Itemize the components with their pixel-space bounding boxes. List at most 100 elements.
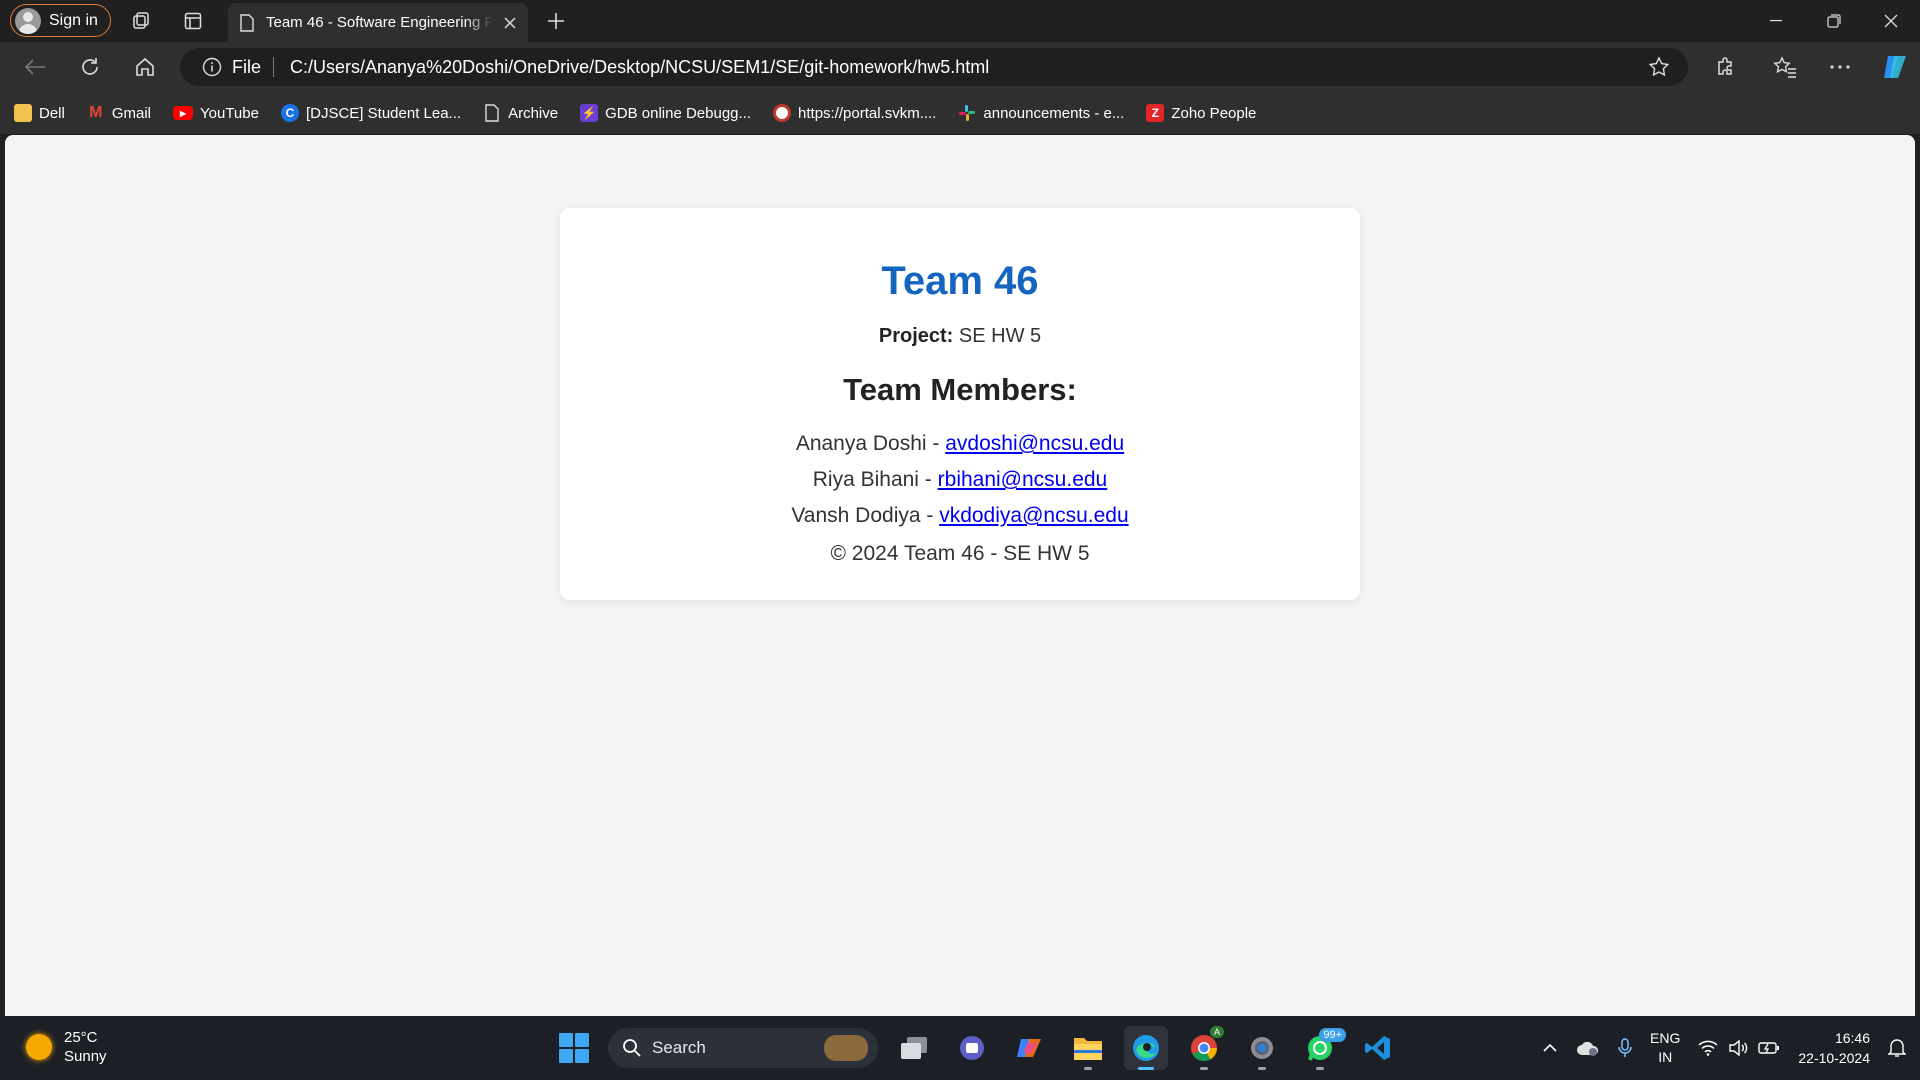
copilot-app-icon[interactable] — [1008, 1026, 1052, 1070]
back-icon[interactable] — [22, 54, 48, 80]
close-tab-icon[interactable] — [504, 16, 516, 29]
bookmark-youtube[interactable]: ▶ YouTube — [173, 105, 259, 122]
tab-title: Team 46 - Software Engineering Project — [266, 14, 492, 31]
copilot-icon[interactable] — [1880, 52, 1910, 82]
bookmark-announcements[interactable]: announcements - e... — [958, 104, 1124, 122]
document-icon — [483, 104, 501, 122]
battery-icon — [1758, 1042, 1780, 1054]
vertical-tabs-icon[interactable] — [181, 9, 205, 33]
bookmark-label: GDB online Debugg... — [605, 104, 752, 122]
sign-in-label: Sign in — [49, 11, 98, 29]
search-highlight-image — [824, 1035, 868, 1061]
vscode-icon[interactable] — [1356, 1026, 1400, 1070]
settings-icon[interactable] — [1240, 1026, 1284, 1070]
project-label: Project: — [878, 325, 954, 347]
onedrive-icon[interactable] — [1576, 1039, 1600, 1057]
bookmark-archive[interactable]: Archive — [483, 104, 558, 122]
project-line: Project: SE HW 5 — [560, 324, 1360, 348]
task-view-icon[interactable] — [892, 1026, 936, 1070]
start-button-icon[interactable] — [554, 1028, 594, 1068]
close-window-icon[interactable] — [1862, 0, 1920, 42]
member-item: Ananya Doshi - avdoshi@ncsu.edu — [560, 426, 1360, 462]
bookmark-label: Gmail — [111, 104, 152, 122]
region-code: IN — [1658, 1049, 1673, 1065]
bookmark-label: Zoho People — [1171, 104, 1257, 122]
language-indicator[interactable]: ENG IN — [1650, 1029, 1680, 1067]
time: 16:46 — [1834, 1030, 1870, 1046]
running-indicator — [1316, 1067, 1324, 1070]
restore-icon[interactable] — [1805, 0, 1863, 42]
clock[interactable]: 16:46 22-10-2024 — [1798, 1028, 1870, 1068]
quick-settings[interactable] — [1698, 1040, 1780, 1056]
running-indicator — [1138, 1067, 1154, 1070]
bookmark-djsce[interactable]: C [DJSCE] Student Lea... — [280, 104, 462, 122]
search-icon — [623, 1039, 641, 1057]
browser-title-bar: Sign in Team 46 - Software Engineering P… — [0, 0, 1920, 42]
more-options-icon[interactable] — [1827, 54, 1853, 80]
zoho-icon: Z — [1146, 104, 1165, 122]
favorites-icon[interactable] — [1772, 54, 1798, 80]
weather-widget[interactable]: 25°C Sunny — [26, 1028, 107, 1066]
workspaces-icon[interactable] — [129, 9, 153, 33]
bookmark-label: [DJSCE] Student Lea... — [305, 104, 462, 122]
bookmark-gmail[interactable]: M Gmail — [87, 104, 151, 122]
bookmark-gdb[interactable]: ⚡ GDB online Debugg... — [580, 104, 751, 122]
file-explorer-icon[interactable] — [1066, 1026, 1110, 1070]
minimize-icon[interactable] — [1747, 0, 1805, 42]
member-item: Vansh Dodiya - vkdodiya@ncsu.edu — [560, 498, 1360, 534]
teams-icon[interactable] — [950, 1026, 994, 1070]
page-viewport: Team 46 Project: SE HW 5 Team Members: A… — [5, 135, 1915, 1016]
temperature: 25°C — [64, 1029, 98, 1046]
bookmark-portal[interactable]: https://portal.svkm.... — [773, 104, 936, 122]
navigation-bar: File C:/Users/Ananya%20Doshi/OneDrive/De… — [0, 42, 1920, 92]
member-name: Vansh Dodiya - — [791, 504, 940, 527]
new-tab-icon[interactable] — [543, 8, 569, 34]
chrome-icon[interactable]: A — [1182, 1026, 1226, 1070]
home-icon[interactable] — [132, 54, 158, 80]
profile-badge: A — [1209, 1026, 1224, 1038]
bookmark-dell[interactable]: Dell — [14, 104, 65, 122]
running-indicator — [1258, 1067, 1266, 1070]
bookmark-zoho[interactable]: Z Zoho People — [1146, 104, 1256, 122]
bookmark-label: Archive — [508, 104, 559, 122]
slack-icon — [958, 104, 976, 122]
taskbar-search[interactable]: Search — [608, 1028, 878, 1068]
c-icon: C — [280, 104, 299, 122]
sign-in-button[interactable]: Sign in — [10, 4, 111, 37]
microphone-icon[interactable] — [1618, 1038, 1632, 1058]
refresh-icon[interactable] — [77, 54, 103, 80]
member-name: Riya Bihani - — [812, 468, 938, 491]
folder-icon — [14, 104, 32, 122]
bolt-icon: ⚡ — [580, 104, 599, 122]
members-list: Ananya Doshi - avdoshi@ncsu.edu Riya Bih… — [560, 426, 1360, 534]
whatsapp-icon[interactable]: 99+ — [1298, 1026, 1346, 1070]
chevron-up-icon[interactable] — [1542, 1043, 1558, 1053]
address-bar[interactable]: File C:/Users/Ananya%20Doshi/OneDrive/De… — [180, 48, 1688, 86]
taskbar-apps: Search A 99+ — [554, 1025, 1400, 1071]
tab-active[interactable]: Team 46 - Software Engineering Project — [228, 3, 528, 42]
member-item: Riya Bihani - rbihani@ncsu.edu — [560, 462, 1360, 498]
member-email-link[interactable]: rbihani@ncsu.edu — [938, 468, 1108, 491]
member-name: Ananya Doshi - — [795, 432, 946, 455]
bookmark-label: announcements - e... — [983, 104, 1125, 122]
bookmark-label: Dell — [39, 104, 65, 122]
page-title: Team 46 — [881, 259, 1039, 303]
gmail-icon: M — [89, 104, 103, 121]
favorite-star-icon[interactable] — [1648, 56, 1670, 78]
extensions-icon[interactable] — [1712, 54, 1738, 80]
notifications-icon[interactable] — [1888, 1038, 1906, 1058]
info-icon[interactable] — [202, 57, 222, 77]
scheme-label: File — [232, 57, 275, 77]
weather-condition: Sunny — [64, 1048, 107, 1065]
language-code: ENG — [1650, 1030, 1681, 1046]
project-value: SE HW 5 — [958, 325, 1042, 347]
url-text[interactable]: C:/Users/Ananya%20Doshi/OneDrive/Desktop… — [290, 57, 989, 78]
page-icon — [240, 13, 254, 32]
running-indicator — [1200, 1067, 1208, 1070]
volume-icon — [1729, 1040, 1748, 1056]
member-email-link[interactable]: vkdodiya@ncsu.edu — [939, 504, 1128, 527]
footer-text: © 2024 Team 46 - SE HW 5 — [830, 542, 1090, 565]
edge-icon[interactable] — [1124, 1026, 1168, 1070]
taskbar: 25°C Sunny Search A 99+ ENG IN 16:46 22-… — [0, 1016, 1920, 1080]
member-email-link[interactable]: avdoshi@ncsu.edu — [945, 432, 1124, 455]
